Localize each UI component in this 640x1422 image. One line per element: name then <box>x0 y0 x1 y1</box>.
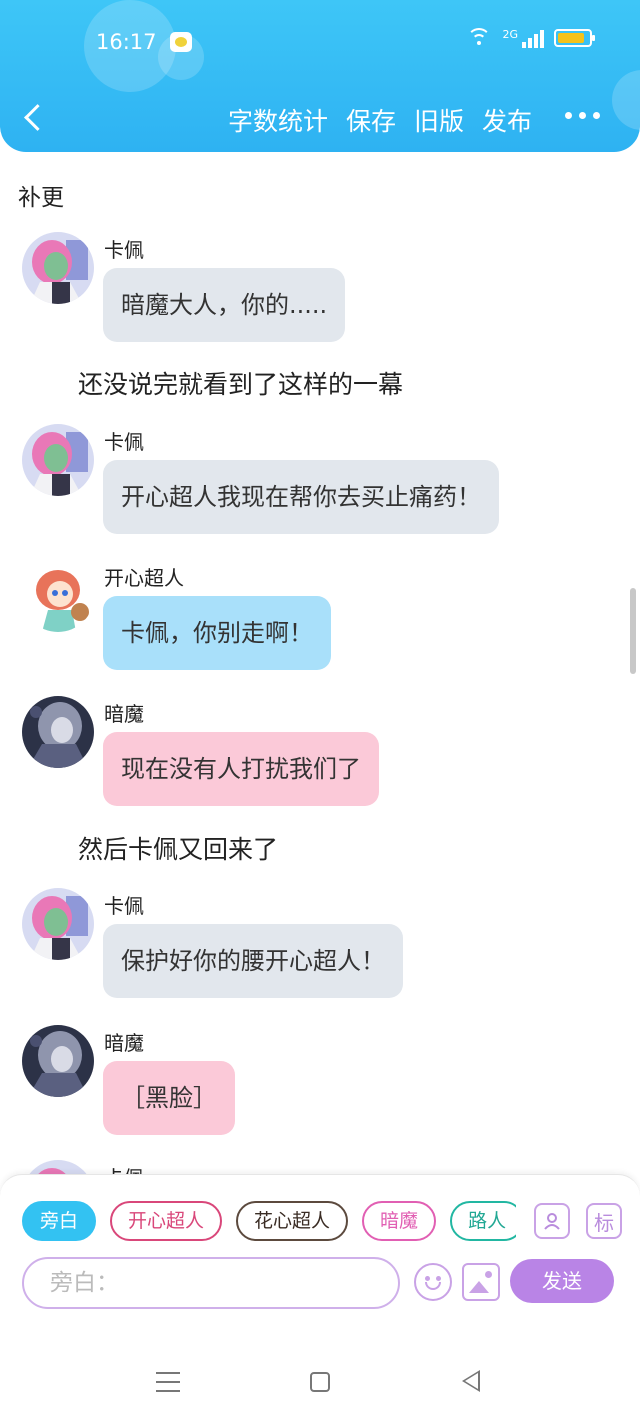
message-input[interactable]: 旁白： <box>22 1257 400 1309</box>
message-bubble[interactable]: 保护好你的腰开心超人！ <box>103 924 403 998</box>
header-actions: 字数统计 保存 旧版 发布 <box>228 102 532 138</box>
avatar-kapei[interactable] <box>22 888 94 960</box>
publish-button[interactable]: 发布 <box>482 102 532 138</box>
role-chip-passerby[interactable]: 路人 <box>450 1201 516 1241</box>
speaker-name: 卡佩 <box>104 238 144 262</box>
narration-text[interactable]: 还没说完就看到了这样的一幕 <box>78 365 403 401</box>
battery-icon <box>554 29 595 47</box>
status-time: 16:17 <box>96 30 157 54</box>
role-chip-huaxin[interactable]: 花心超人 <box>236 1201 349 1241</box>
message-bubble[interactable]: 开心超人我现在帮你去买止痛药！ <box>103 460 499 534</box>
signal-icon <box>522 28 544 48</box>
message-bubble[interactable]: 现在没有人打扰我们了 <box>103 732 379 806</box>
back-button[interactable] <box>20 100 50 136</box>
send-button[interactable]: 发送 <box>510 1259 614 1303</box>
speaker-name: 卡佩 <box>104 1162 144 1174</box>
avatar-kapei[interactable] <box>22 1160 94 1174</box>
avatar-kapei[interactable] <box>22 424 94 496</box>
person-card-icon[interactable] <box>534 1203 570 1239</box>
role-chip-narrator[interactable]: 旁白 <box>22 1201 97 1241</box>
more-icon[interactable] <box>565 112 600 119</box>
composer-panel: 旁白 开心超人 花心超人 暗魔 路人 标 旁白： 发送 <box>0 1174 640 1344</box>
avatar-kapei[interactable] <box>22 232 94 304</box>
scrollbar[interactable] <box>630 588 636 674</box>
narration-text[interactable]: 然后卡佩又回来了 <box>78 830 278 866</box>
avatar-kaixin[interactable] <box>22 560 94 632</box>
speaker-name: 卡佩 <box>104 894 144 918</box>
speaker-name: 开心超人 <box>104 566 184 590</box>
chapter-title[interactable]: 补更 <box>18 178 64 212</box>
role-selector: 旁白 开心超人 花心超人 暗魔 路人 <box>22 1201 516 1243</box>
speaker-name: 暗魔 <box>104 1031 144 1055</box>
tag-button[interactable]: 标 <box>586 1203 622 1239</box>
word-count-button[interactable]: 字数统计 <box>228 102 328 138</box>
avatar-anmo[interactable] <box>22 696 94 768</box>
emoji-icon[interactable] <box>414 1263 452 1301</box>
message-bubble[interactable]: ［黑脸］ <box>103 1061 235 1135</box>
speaker-name: 卡佩 <box>104 430 144 454</box>
chat-content[interactable]: 补更 卡佩 暗魔大人，你的..... 还没说完就看到了这样的一幕 卡佩 开心超人… <box>0 152 640 1174</box>
save-button[interactable]: 保存 <box>346 102 396 138</box>
menu-icon[interactable] <box>156 1372 180 1392</box>
system-nav-bar <box>0 1344 640 1422</box>
old-version-button[interactable]: 旧版 <box>414 102 464 138</box>
speaker-name: 暗魔 <box>104 702 144 726</box>
home-icon[interactable] <box>310 1372 330 1392</box>
decorative-bubble <box>612 70 640 130</box>
wifi-icon <box>466 28 492 48</box>
image-icon[interactable] <box>462 1263 500 1301</box>
network-type: 2G <box>502 28 518 41</box>
back-triangle-icon[interactable] <box>462 1370 480 1392</box>
message-bubble[interactable]: 卡佩，你别走啊！ <box>103 596 331 670</box>
role-chip-kaixin[interactable]: 开心超人 <box>110 1201 223 1241</box>
avatar-anmo[interactable] <box>22 1025 94 1097</box>
role-chip-anmo[interactable]: 暗魔 <box>362 1201 437 1241</box>
app-header: 16:17 2G 字数统计 保存 旧版 发布 <box>0 0 640 152</box>
message-bubble[interactable]: 暗魔大人，你的..... <box>103 268 346 342</box>
notification-icon <box>170 32 192 52</box>
status-icons: 2G <box>466 28 595 48</box>
